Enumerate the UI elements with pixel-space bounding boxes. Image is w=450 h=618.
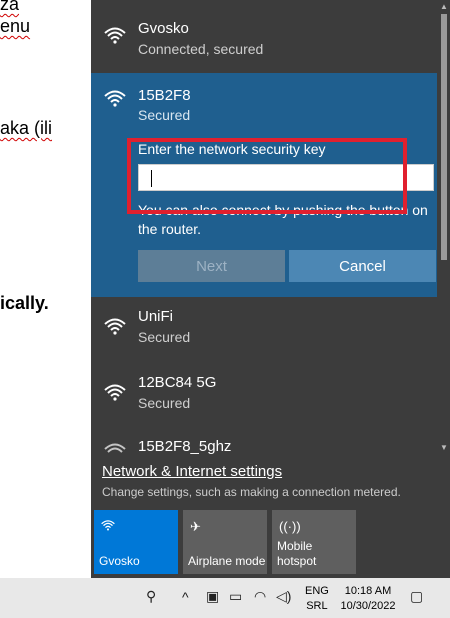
input-language[interactable]: ENG SRL xyxy=(305,584,329,614)
keyboard-layout: SRL xyxy=(306,600,328,612)
document-line: enu xyxy=(0,16,31,36)
tile-label: Gvosko xyxy=(99,554,140,568)
language-code: ENG xyxy=(305,585,329,597)
network-name: Gvosko xyxy=(138,20,189,37)
document-line: za xyxy=(0,0,20,14)
network-item-12bc84-5g[interactable]: 12BC84 5G Secured xyxy=(91,364,437,430)
volume-icon[interactable]: ◁) xyxy=(276,588,291,605)
notification-icon[interactable]: ▢ xyxy=(410,588,423,605)
tile-wifi[interactable]: Gvosko xyxy=(94,510,178,574)
scroll-up-icon[interactable]: ▲ xyxy=(440,2,448,11)
text-caret xyxy=(151,170,152,187)
network-status: Secured xyxy=(138,329,191,345)
network-name: 12BC84 5G xyxy=(138,374,217,391)
network-item-gvosko[interactable]: Gvosko Connected, secured xyxy=(91,0,437,72)
wifi-icon xyxy=(104,90,126,107)
scrollbar-thumb[interactable] xyxy=(441,14,447,260)
document-line: aka (ili xyxy=(0,118,53,138)
network-settings-link[interactable]: Network & Internet settings xyxy=(102,463,282,480)
security-key-input[interactable] xyxy=(138,164,434,191)
tile-label: Mobile hotspot xyxy=(277,539,317,568)
clock[interactable]: 10:18 AM 10/30/2022 xyxy=(336,584,400,614)
network-status: Secured xyxy=(138,395,191,411)
security-key-label: Enter the network security key xyxy=(138,141,326,157)
tile-airplane-mode[interactable]: ✈ Airplane mode xyxy=(183,510,267,574)
network-name: UniFi xyxy=(138,308,174,325)
clock-time: 10:18 AM xyxy=(344,585,392,597)
next-button[interactable]: Next xyxy=(138,250,285,282)
taskbar: ⚲ ^ ▣ ▭ ◠ ◁) ENG SRL 10:18 AM 10/30/2022… xyxy=(0,578,450,618)
wifi-icon xyxy=(101,519,115,534)
network-item-15b2f8-5ghz[interactable]: 15B2F8_5ghz xyxy=(91,430,437,456)
wifi-icon[interactable]: ◠ xyxy=(254,588,266,605)
wifi-icon xyxy=(104,384,126,401)
wifi-icon xyxy=(104,318,126,335)
network-name: 15B2F8 xyxy=(138,87,191,104)
battery-icon[interactable]: ▭ xyxy=(229,588,242,605)
tile-mobile-hotspot[interactable]: ((·)) Mobile hotspot xyxy=(272,510,356,574)
scroll-down-icon[interactable]: ▼ xyxy=(440,443,448,452)
clock-date: 10/30/2022 xyxy=(340,600,396,612)
cancel-button[interactable]: Cancel xyxy=(289,250,436,282)
network-name: 15B2F8_5ghz xyxy=(138,438,232,455)
wifi-icon xyxy=(104,27,126,44)
wps-hint: You can also connect by pushing the butt… xyxy=(138,202,428,237)
hotspot-icon: ((·)) xyxy=(279,519,301,534)
security-icon[interactable]: ▣ xyxy=(206,588,219,605)
tile-label: Airplane mode xyxy=(188,554,266,568)
document-line: ically. xyxy=(0,293,49,313)
network-item-unifi[interactable]: UniFi Secured xyxy=(91,298,437,364)
wifi-icon xyxy=(104,443,126,453)
people-icon[interactable]: ⚲ xyxy=(146,588,156,605)
network-status: Connected, secured xyxy=(138,41,264,57)
network-flyout: Gvosko Connected, secured 15B2F8 Secured… xyxy=(91,0,450,578)
airplane-icon: ✈ xyxy=(190,519,201,534)
network-list-scrollbar[interactable]: ▲ ▼ xyxy=(438,0,450,457)
network-status: Secured xyxy=(138,107,191,123)
document-background: za enu aka (ili ically. xyxy=(0,0,91,578)
chevron-up-icon[interactable]: ^ xyxy=(182,589,189,605)
network-settings-description: Change settings, such as making a connec… xyxy=(102,485,401,499)
